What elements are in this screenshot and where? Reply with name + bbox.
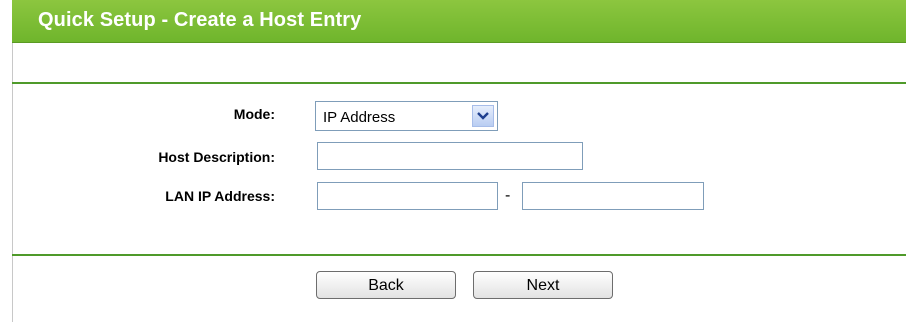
lan-ip-start-input[interactable] (317, 182, 498, 210)
host-description-label: Host Description: (158, 149, 275, 165)
chevron-down-icon[interactable] (472, 105, 494, 127)
host-description-input[interactable] (317, 142, 583, 170)
back-button[interactable]: Back (316, 271, 456, 299)
chevron-down-svg (477, 112, 489, 120)
top-divider (12, 82, 906, 84)
mode-label: Mode: (233, 106, 275, 122)
bottom-divider (12, 254, 906, 256)
title-bar: Quick Setup - Create a Host Entry (12, 0, 906, 43)
ip-range-separator: - (505, 187, 511, 204)
mode-select[interactable]: IP Address (315, 101, 498, 131)
page-title: Quick Setup - Create a Host Entry (38, 9, 362, 31)
mode-select-value: IP Address (323, 109, 396, 126)
lan-ip-label: LAN IP Address: (165, 188, 275, 204)
lan-ip-end-input[interactable] (522, 182, 704, 210)
next-button[interactable]: Next (473, 271, 613, 299)
